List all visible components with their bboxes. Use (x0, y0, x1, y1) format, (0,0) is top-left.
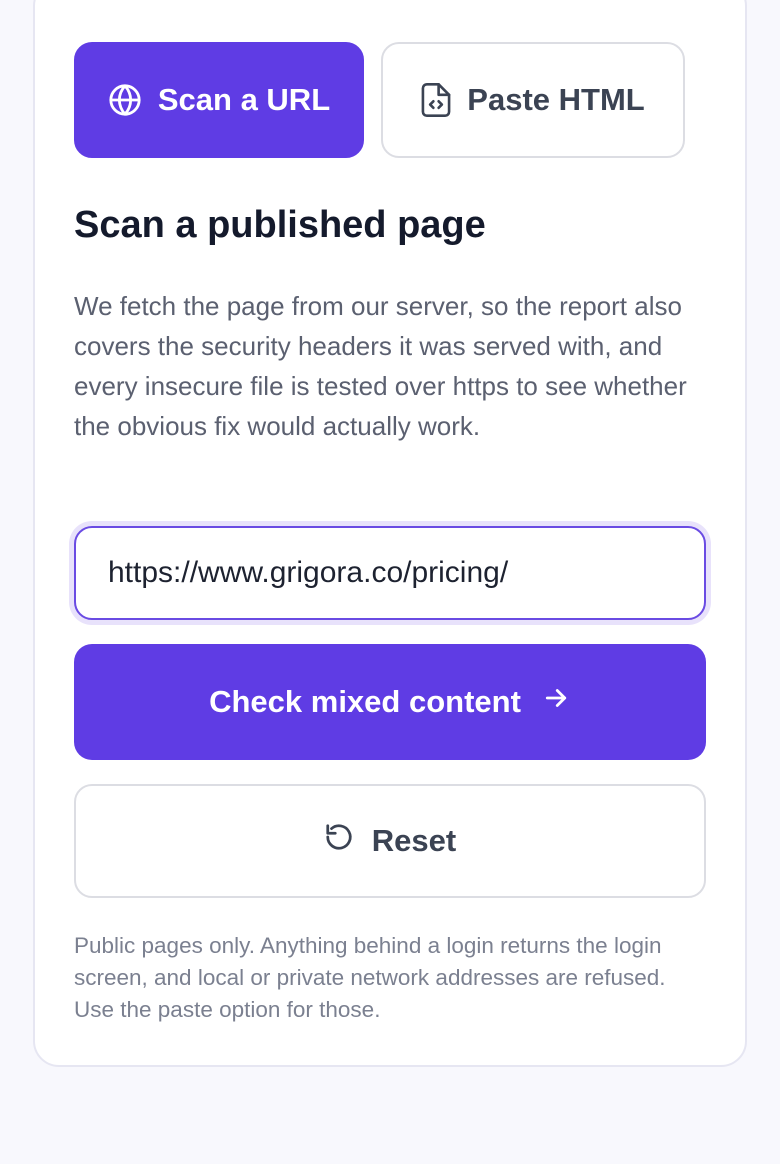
tab-scan-url-label: Scan a URL (157, 82, 331, 117)
reset-button[interactable]: Reset (74, 784, 706, 898)
tab-paste-html-label: Paste HTML (467, 82, 645, 117)
footer-note: Public pages only. Anything behind a log… (74, 933, 666, 1022)
reset-icon (324, 822, 354, 860)
check-mixed-content-button[interactable]: Check mixed content (74, 644, 706, 760)
reset-label: Reset (371, 823, 457, 858)
url-input[interactable] (74, 526, 706, 620)
check-mixed-content-label: Check mixed content (209, 684, 521, 719)
mode-tabs: Scan a URL Paste HTML (74, 42, 685, 158)
code-file-icon (421, 83, 451, 117)
tab-paste-html[interactable]: Paste HTML (381, 42, 685, 158)
tab-scan-url[interactable]: Scan a URL (74, 42, 364, 158)
globe-icon (108, 83, 142, 117)
description-text: We fetch the page from our server, so th… (74, 291, 687, 441)
arrow-right-icon (541, 683, 571, 721)
page-title: Scan a published page (74, 204, 486, 246)
